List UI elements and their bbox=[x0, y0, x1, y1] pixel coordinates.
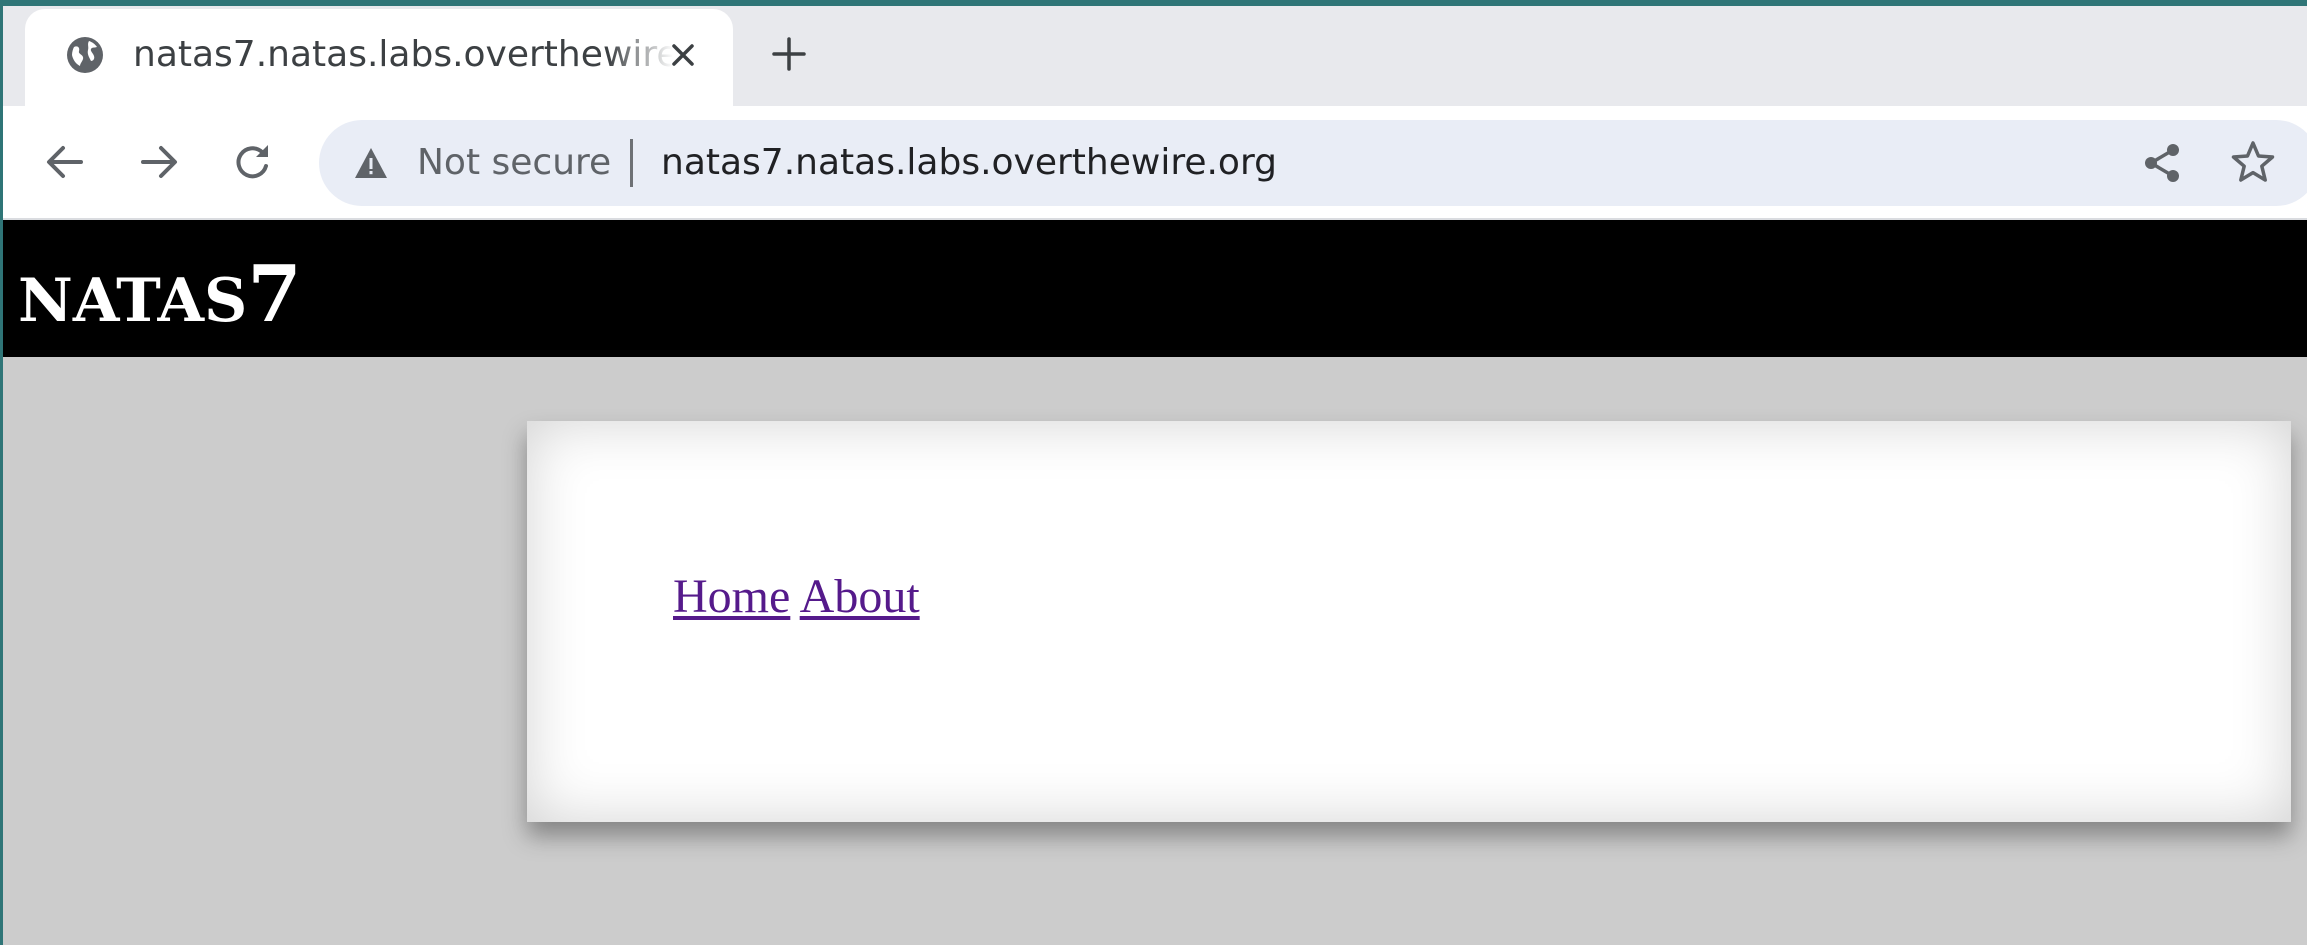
nav-links: Home About bbox=[673, 569, 920, 625]
arrow-forward-icon[interactable] bbox=[137, 140, 181, 184]
url-text[interactable]: natas7.natas.labs.overthewire.org bbox=[661, 139, 1277, 187]
browser-tab[interactable]: natas7.natas.labs.overthewire.org bbox=[25, 9, 733, 112]
reload-icon[interactable] bbox=[231, 140, 275, 184]
browser-toolbar: Not secure natas7.natas.labs.overthewire… bbox=[3, 106, 2307, 218]
tab-strip: natas7.natas.labs.overthewire.org bbox=[3, 6, 2307, 112]
tab-title: natas7.natas.labs.overthewire.org bbox=[133, 34, 673, 75]
globe-icon bbox=[65, 35, 105, 75]
close-icon[interactable] bbox=[665, 37, 701, 73]
warning-icon[interactable] bbox=[353, 146, 389, 180]
site-title: NATAS7 bbox=[18, 250, 302, 346]
plus-icon[interactable] bbox=[769, 34, 809, 74]
site-title-prefix: NATAS bbox=[18, 266, 248, 336]
arrow-back-icon[interactable] bbox=[43, 140, 87, 184]
omnibox-divider bbox=[630, 139, 633, 187]
site-header: NATAS7 bbox=[3, 220, 2307, 357]
star-icon[interactable] bbox=[2229, 138, 2277, 186]
site-title-number: 7 bbox=[247, 249, 302, 340]
address-bar[interactable]: Not secure natas7.natas.labs.overthewire… bbox=[319, 120, 2307, 206]
share-icon[interactable] bbox=[2139, 140, 2185, 186]
content-box: Home About bbox=[527, 421, 2291, 822]
about-link[interactable]: About bbox=[800, 570, 920, 623]
browser-window: natas7.natas.labs.overthewire.org bbox=[3, 6, 2307, 945]
security-status[interactable]: Not secure bbox=[417, 139, 611, 187]
home-link[interactable]: Home bbox=[673, 570, 790, 623]
